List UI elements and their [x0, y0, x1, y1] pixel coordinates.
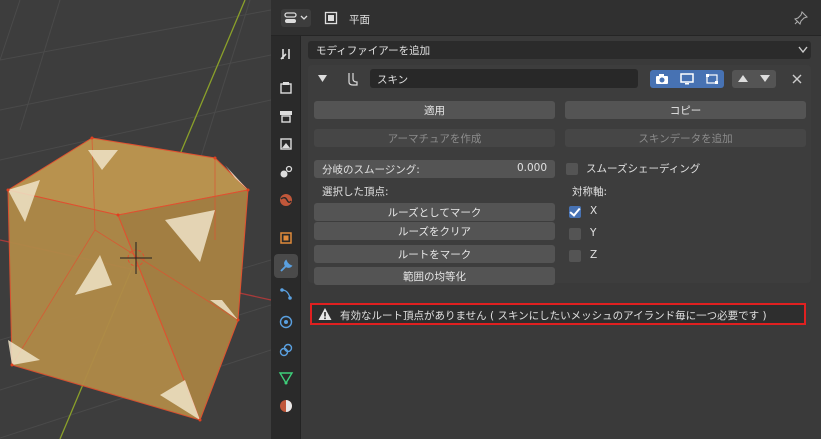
modifier-icon	[280, 259, 293, 272]
editmode-icon	[706, 74, 718, 84]
viewport-toggle[interactable]	[675, 70, 699, 88]
data-icon	[278, 372, 294, 385]
scene-icon	[280, 165, 293, 178]
selected-vertices-label: 選択した頂点:	[322, 186, 389, 198]
tab-output[interactable]	[274, 104, 298, 128]
constraints-icon	[279, 343, 293, 357]
render-toggle[interactable]	[650, 70, 674, 88]
tab-world[interactable]	[274, 188, 298, 212]
clear-loose-button[interactable]: ルーズをクリア	[314, 222, 555, 240]
3d-viewport[interactable]	[0, 0, 271, 439]
pin-icon[interactable]	[793, 10, 809, 26]
world-icon	[280, 194, 292, 206]
tab-data[interactable]	[274, 366, 298, 390]
tab-material[interactable]	[274, 394, 298, 418]
branch-smoothing-field[interactable]: 分岐のスムージング: 0.000	[314, 160, 555, 178]
tab-modifiers[interactable]	[274, 254, 298, 278]
render-icon	[280, 82, 292, 94]
add-modifier-dropdown[interactable]: モディファイアーを追加	[308, 41, 811, 59]
properties-editor: 平面 モディファイアーを追加 スキン 適用 コピー アーマチュアを作成 スキンデ…	[271, 0, 821, 439]
move-up-icon[interactable]	[738, 75, 748, 83]
symmetry-x-checkbox[interactable]	[569, 206, 581, 218]
symmetry-z-label: Z	[590, 249, 598, 261]
symmetry-z-checkbox[interactable]	[569, 250, 581, 262]
warning-box: 有効なルート頂点がありません ( スキンにしたいメッシュのアイランド毎に一つ必要…	[310, 303, 806, 325]
tool-icon	[280, 49, 290, 60]
properties-header: 平面	[271, 0, 821, 36]
branch-smoothing-value: 0.000	[516, 162, 547, 174]
visibility-toggles	[650, 70, 724, 88]
particles-icon	[280, 288, 292, 300]
object-data-icon	[323, 10, 339, 26]
tab-constraints[interactable]	[274, 338, 298, 362]
physics-icon	[279, 315, 293, 329]
equalize-radii-button[interactable]: 範囲の均等化	[314, 267, 555, 285]
warning-icon	[318, 308, 332, 320]
properties-editor-icon	[284, 12, 308, 23]
apply-button[interactable]: 適用	[314, 101, 555, 119]
output-icon	[280, 111, 292, 123]
tab-render[interactable]	[274, 76, 298, 100]
move-buttons	[732, 70, 776, 88]
tab-physics[interactable]	[274, 310, 298, 334]
material-icon	[280, 400, 292, 412]
tab-tool[interactable]	[274, 42, 298, 66]
mark-root-button[interactable]: ルートをマーク	[314, 245, 555, 263]
modifier-name: スキン	[377, 74, 409, 86]
branch-smoothing-label: 分岐のスムージング:	[322, 164, 420, 176]
add-modifier-label: モディファイアーを追加	[316, 45, 431, 57]
tab-particles[interactable]	[274, 282, 298, 306]
tab-object[interactable]	[274, 226, 298, 250]
symmetry-y-label: Y	[590, 227, 597, 239]
warning-text: 有効なルート頂点がありません ( スキンにしたいメッシュのアイランド毎に一つ必要…	[340, 310, 767, 322]
editmode-toggle[interactable]	[700, 70, 724, 88]
monitor-icon	[680, 73, 694, 85]
camera-icon	[656, 74, 668, 84]
viewport-scene	[0, 0, 271, 439]
chevron-down-icon	[798, 46, 808, 54]
close-icon[interactable]	[792, 74, 802, 84]
skin-modifier-icon	[348, 73, 358, 86]
symmetry-y-checkbox[interactable]	[569, 228, 581, 240]
editor-type-button[interactable]	[281, 9, 311, 27]
symmetry-x-label: X	[590, 205, 598, 217]
smooth-shading-label: スムーズシェーディング	[586, 163, 701, 175]
modifier-name-field[interactable]: スキン	[370, 69, 638, 88]
expand-arrow-icon[interactable]	[318, 75, 327, 83]
view-layer-icon	[280, 138, 292, 150]
mark-loose-button[interactable]: ルーズとしてマーク	[314, 203, 555, 221]
object-icon	[280, 232, 292, 244]
tab-view-layer[interactable]	[274, 132, 298, 156]
copy-button[interactable]: コピー	[565, 101, 806, 119]
add-skin-data-button[interactable]: スキンデータを追加	[565, 129, 806, 147]
smooth-shading-checkbox[interactable]	[566, 163, 578, 175]
skin-modifier-panel: スキン 適用 コピー アーマチュアを作成 スキンデータを追加 分岐のスムージング…	[308, 65, 811, 285]
modifier-panel-area: モディファイアーを追加 スキン 適用 コピー アーマチュアを作成 スキンデータを…	[301, 36, 821, 439]
properties-tabs	[271, 36, 301, 439]
tab-scene[interactable]	[274, 160, 298, 184]
symmetry-label: 対称軸:	[572, 186, 608, 198]
move-down-icon[interactable]	[760, 75, 770, 83]
create-armature-button[interactable]: アーマチュアを作成	[314, 129, 555, 147]
object-name: 平面	[349, 14, 370, 26]
